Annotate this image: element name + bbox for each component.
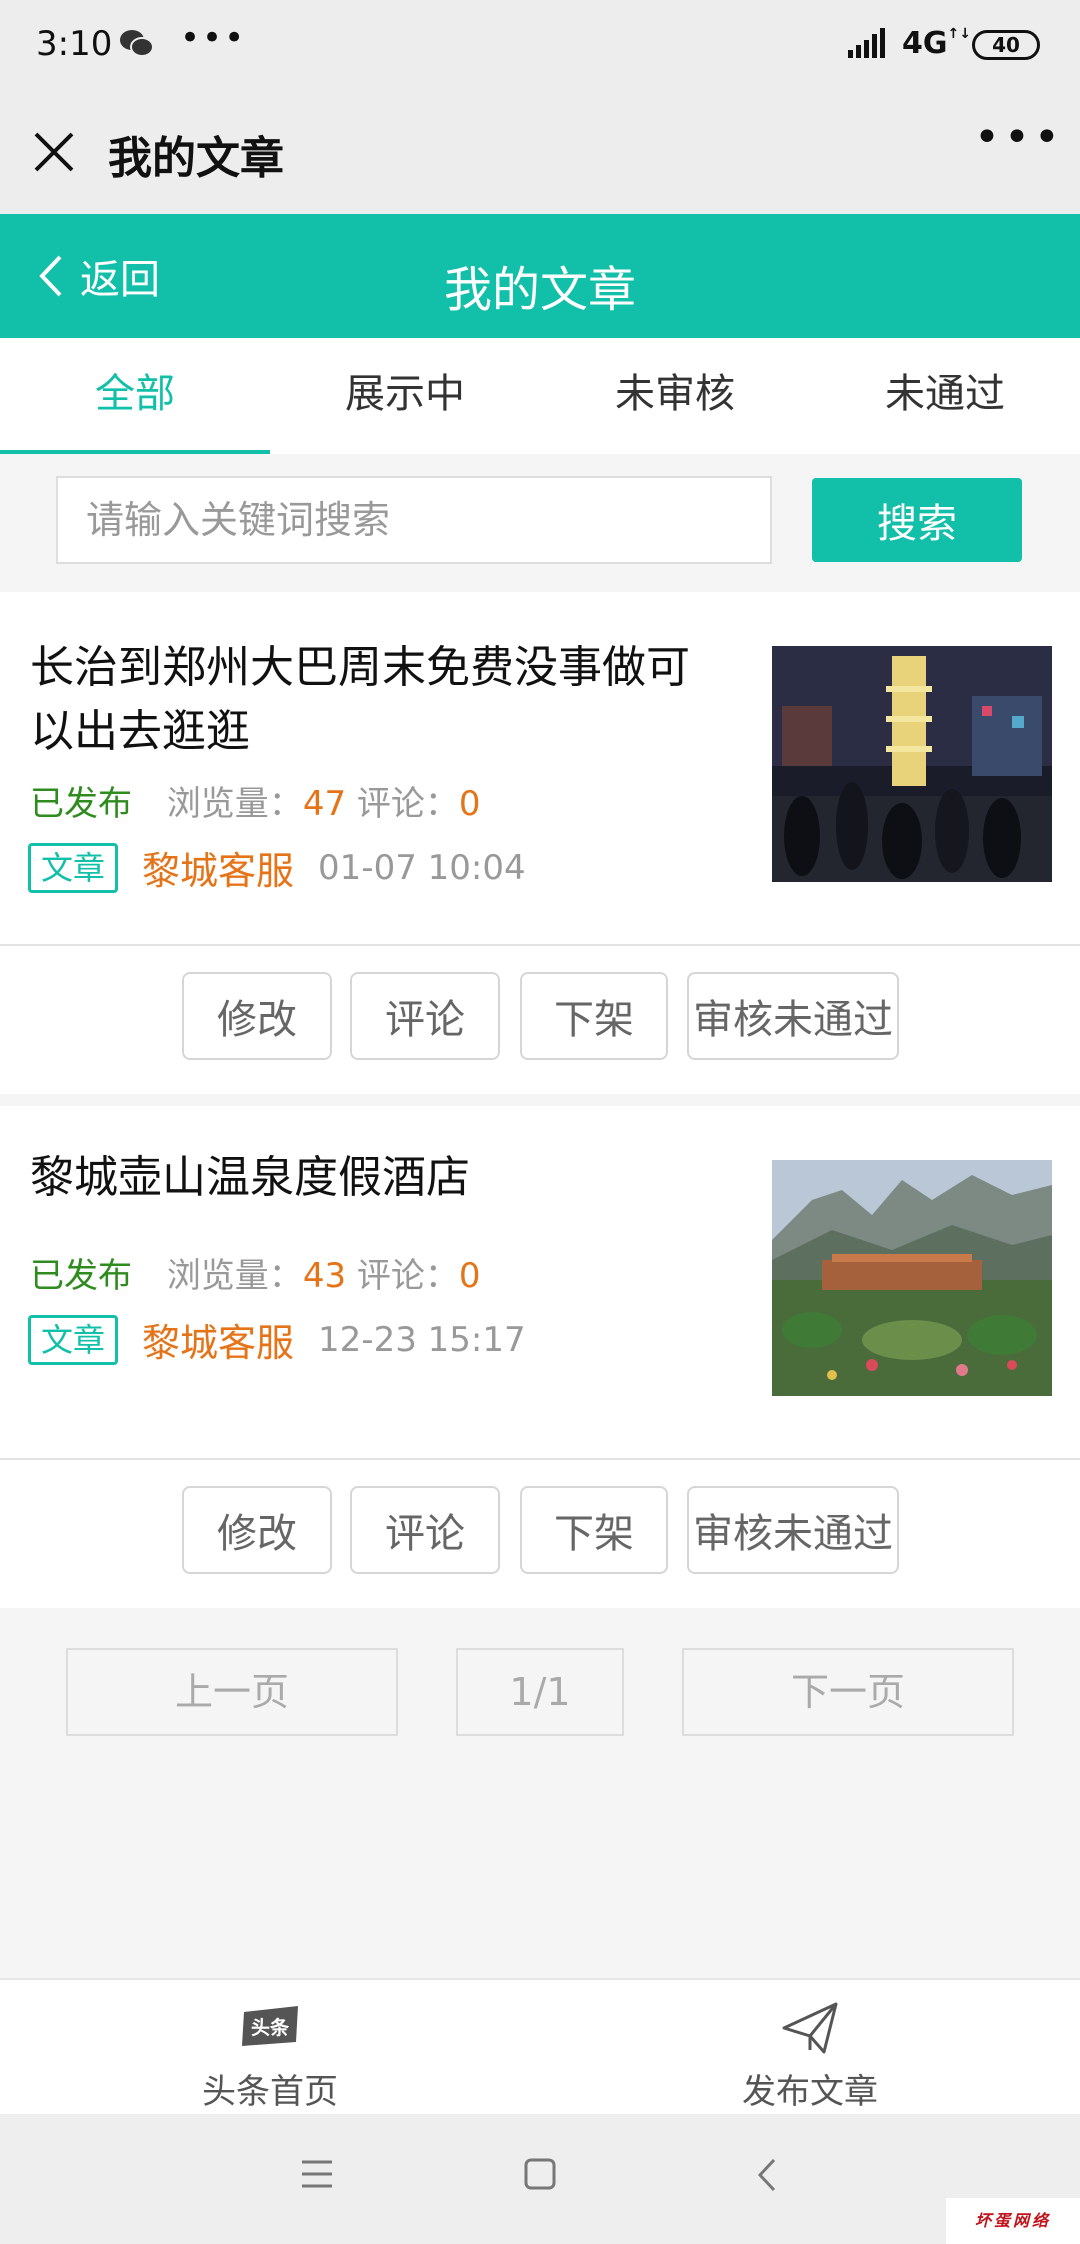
comments-label: 评论： [356,1256,459,1296]
night-pagoda-image [772,646,1052,882]
review-rejected-button[interactable]: 审核未通过 [687,972,899,1060]
wechat-icon [120,30,154,57]
article-title[interactable]: 长治到郑州大巴周末免费没事做可以出去逛逛 [30,636,730,764]
article-title[interactable]: 黎城壶山温泉度假酒店 [30,1146,730,1210]
bottom-tab-label: 发布文章 [742,2072,878,2112]
article-byline: 文章 黎城客服 12-23 15:17 [28,1312,526,1367]
status-more-icon: ••• [180,18,247,58]
review-rejected-button[interactable]: 审核未通过 [687,1486,899,1574]
wechat-page-title: 我的文章 [108,133,284,184]
toutiao-icon: 头条 [242,2006,298,2046]
unpublish-button[interactable]: 下架 [520,1486,668,1574]
pagination: 上一页 1/1 下一页 [0,1648,1080,1736]
network-type: 4G↑↓ [902,26,971,61]
author-name: 黎城客服 [142,849,295,893]
views-label: 浏览量： [166,784,303,824]
edit-button[interactable]: 修改 [182,972,332,1060]
page-indicator: 1/1 [456,1648,624,1736]
comment-button[interactable]: 评论 [350,1486,500,1574]
edit-button[interactable]: 修改 [182,1486,332,1574]
tab-rejected[interactable]: 未通过 [810,338,1080,454]
status-bar: 3:10 ••• 4G↑↓ 40 [0,0,1080,92]
status-label: 已发布 [30,784,132,824]
bottom-tab-home[interactable]: 头条 头条首页 [0,1980,540,2116]
article-info[interactable]: 黎城壶山温泉度假酒店 已发布 浏览量：43 评论：0 文章 黎城客服 12-23… [0,1106,1080,1460]
tab-all[interactable]: 全部 [0,338,270,454]
next-page-button[interactable]: 下一页 [682,1648,1014,1736]
page-title: 我的文章 [443,262,636,318]
close-icon[interactable] [30,128,80,178]
article-meta: 已发布 浏览量：43 评论：0 [30,1248,481,1297]
tab-showing[interactable]: 展示中 [270,338,540,454]
more-options-icon[interactable]: ••• [974,112,1064,163]
search-row: 搜索 [0,454,1080,590]
menu-icon[interactable] [300,2158,334,2190]
nav-bar: 返回 我的文章 [0,214,1080,338]
tab-unreviewed[interactable]: 未审核 [540,338,810,454]
home-icon[interactable] [524,2158,556,2190]
search-button[interactable]: 搜索 [812,478,1022,562]
article-byline: 文章 黎城客服 01-07 10:04 [28,840,526,895]
author-name: 黎城客服 [142,1321,295,1365]
status-time: 3:10 [36,24,113,64]
comments-count: 0 [458,1256,481,1296]
type-badge: 文章 [28,842,119,893]
article-info[interactable]: 长治到郑州大巴周末免费没事做可以出去逛逛 已发布 浏览量：47 评论：0 文章 … [0,592,1080,946]
article-meta: 已发布 浏览量：47 评论：0 [30,776,481,825]
article-thumbnail[interactable] [772,1160,1052,1396]
article-actions: 修改 评论 下架 审核未通过 [0,1462,1080,1608]
svg-text:头条: 头条 [251,2016,290,2039]
views-label: 浏览量： [166,1256,303,1296]
signal-icon [848,28,885,58]
filter-tabs: 全部 展示中 未审核 未通过 [0,338,1080,454]
article-thumbnail[interactable] [772,646,1052,882]
bottom-tab-label: 头条首页 [202,2072,338,2112]
comments-label: 评论： [356,784,459,824]
battery-icon: 40 [972,30,1040,60]
article-card: 黎城壶山温泉度假酒店 已发布 浏览量：43 评论：0 文章 黎城客服 12-23… [0,1106,1080,1608]
search-input[interactable] [56,476,772,564]
comment-button[interactable]: 评论 [350,972,500,1060]
back-nav-icon[interactable] [756,2158,778,2192]
bottom-tab-bar: 头条 头条首页 发布文章 [0,1978,1080,2114]
status-label: 已发布 [30,1256,132,1296]
views-count: 47 [302,784,347,824]
article-actions: 修改 评论 下架 审核未通过 [0,948,1080,1094]
views-count: 43 [302,1256,347,1296]
unpublish-button[interactable]: 下架 [520,972,668,1060]
resort-mountain-image [772,1160,1052,1396]
type-badge: 文章 [28,1314,119,1365]
comments-count: 0 [458,784,481,824]
publish-time: 01-07 10:04 [318,847,526,888]
article-card: 长治到郑州大巴周末免费没事做可以出去逛逛 已发布 浏览量：47 评论：0 文章 … [0,592,1080,1094]
wechat-header: 我的文章 ••• [0,92,1080,214]
prev-page-button[interactable]: 上一页 [66,1648,398,1736]
corner-watermark: 坏蛋网络 [946,2198,1080,2244]
bottom-tab-publish[interactable]: 发布文章 [540,1980,1080,2116]
publish-time: 12-23 15:17 [318,1319,526,1360]
system-nav-bar [0,2114,1080,2244]
paper-plane-icon [782,2002,838,2054]
